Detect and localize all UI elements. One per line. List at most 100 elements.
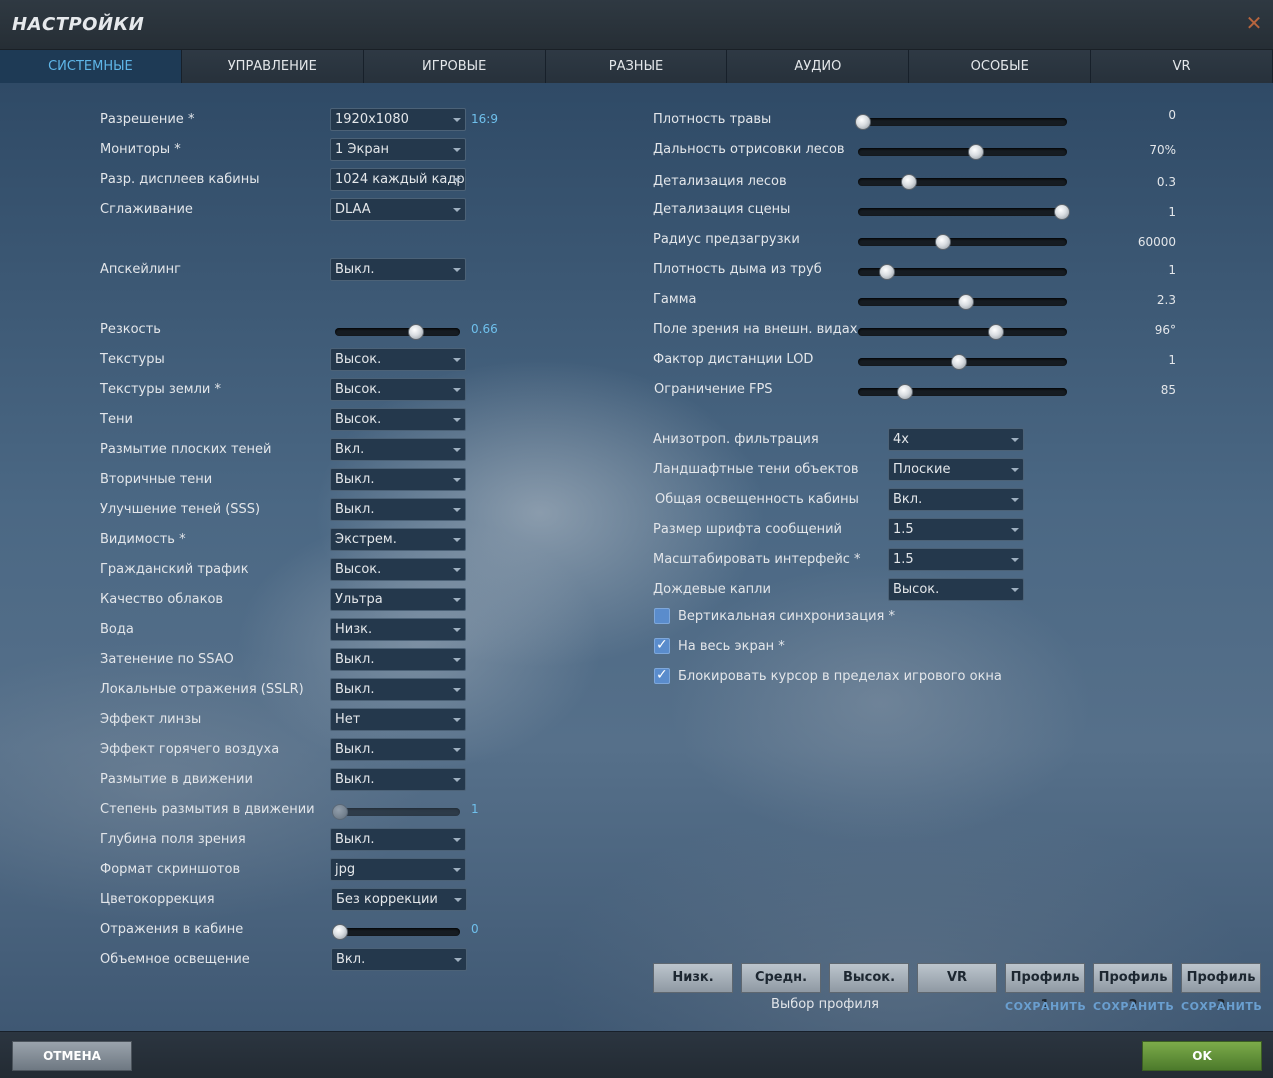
slider-thumb[interactable] [878, 264, 895, 280]
clouds-dropdown[interactable]: Ультра [330, 588, 466, 611]
scene-detail-slider[interactable] [858, 204, 1070, 220]
sss-label: Улучшение теней (SSS) [100, 502, 261, 517]
slider-thumb[interactable] [332, 924, 348, 940]
tab-misc[interactable]: РАЗНЫЕ [545, 50, 728, 83]
textures-dropdown[interactable]: Высок. [330, 348, 466, 371]
antialiasing-dropdown[interactable]: DLAA [330, 198, 466, 221]
textures-value: Высок. [335, 352, 382, 367]
chevron-down-icon [453, 418, 461, 422]
motion-blur-amount-slider[interactable] [332, 804, 460, 820]
vsync-label: Вертикальная синхронизация * [678, 609, 895, 624]
chimney-smoke-slider[interactable] [858, 264, 1067, 280]
slider-thumb[interactable] [934, 234, 951, 250]
profile-1-button[interactable]: Профиль 1 [1005, 963, 1085, 1013]
preset-high-button[interactable]: Высок. [829, 963, 909, 993]
shadows-dropdown[interactable]: Высок. [330, 408, 466, 431]
profile-2-button[interactable]: Профиль 2 [1093, 963, 1173, 1013]
profile-2-save-link[interactable]: СОХРАНИТЬ [1093, 1000, 1174, 1013]
slider-thumb[interactable] [950, 354, 967, 370]
cockpit-global-illum-dropdown[interactable]: Вкл. [888, 488, 1024, 511]
vsync-checkbox[interactable] [654, 608, 670, 624]
motion-blur-dropdown[interactable]: Выкл. [330, 768, 466, 791]
aniso-value: 4x [893, 432, 909, 447]
screenshot-format-dropdown[interactable]: jpg [330, 858, 466, 881]
gamma-value: 2.3 [1156, 293, 1176, 307]
preload-radius-slider[interactable] [858, 234, 1067, 250]
ok-button[interactable]: OK [1142, 1041, 1262, 1071]
sslr-label: Локальные отражения (SSLR) [100, 682, 304, 697]
tab-audio[interactable]: АУДИО [727, 50, 910, 83]
fov-slider[interactable] [858, 324, 1067, 340]
profile-3-button[interactable]: Профиль 3 [1181, 963, 1261, 1013]
color-grading-dropdown[interactable]: Без коррекции [331, 888, 467, 911]
profile-3-save-link[interactable]: СОХРАНИТЬ [1181, 1000, 1262, 1013]
ui-scale-dropdown[interactable]: 1.5 [888, 548, 1024, 571]
rain-drops-dropdown[interactable]: Высок. [888, 578, 1024, 601]
terrain-object-shadows-dropdown[interactable]: Плоские [888, 458, 1024, 481]
slider-thumb[interactable] [332, 804, 348, 820]
slider-thumb[interactable] [855, 114, 871, 130]
forest-distance-slider[interactable] [858, 144, 1067, 160]
grass-slider[interactable] [855, 114, 1067, 130]
sss-value: Выкл. [335, 502, 375, 517]
monitors-dropdown[interactable]: 1 Экран [330, 138, 466, 161]
tab-gameplay[interactable]: ИГРОВЫЕ [363, 50, 546, 83]
profile-1-save-link[interactable]: СОХРАНИТЬ [1005, 1000, 1086, 1013]
dof-dropdown[interactable]: Выкл. [330, 828, 466, 851]
cancel-button[interactable]: ОТМЕНА [12, 1041, 132, 1071]
tab-vr[interactable]: VR [1091, 50, 1273, 83]
chevron-down-icon [1011, 558, 1019, 562]
chevron-down-icon [453, 268, 461, 272]
secondary-shadows-dropdown[interactable]: Выкл. [330, 468, 466, 491]
sss-dropdown[interactable]: Выкл. [330, 498, 466, 521]
clouds-label: Качество облаков [100, 592, 224, 607]
slider-thumb[interactable] [896, 384, 913, 400]
flat-shadow-blur-dropdown[interactable]: Вкл. [330, 438, 466, 461]
civil-traffic-dropdown[interactable]: Высок. [330, 558, 466, 581]
sslr-dropdown[interactable]: Выкл. [330, 678, 466, 701]
terrain-textures-label: Текстуры земли * [100, 382, 221, 397]
forest-detail-slider[interactable] [858, 174, 1067, 190]
tab-controls[interactable]: УПРАВЛЕНИЕ [181, 50, 364, 83]
message-font-dropdown[interactable]: 1.5 [888, 518, 1024, 541]
motion-blur-amount-value: 1 [471, 802, 479, 816]
cockpit-displays-dropdown[interactable]: 1024 каждый кадр [330, 168, 466, 191]
cockpit-reflections-slider[interactable] [332, 924, 460, 940]
upscaling-dropdown[interactable]: Выкл. [330, 258, 466, 281]
terrain-textures-dropdown[interactable]: Высок. [330, 378, 466, 401]
fullscreen-checkbox[interactable]: ✓ [654, 637, 670, 654]
slider-thumb[interactable] [407, 324, 424, 340]
tab-system[interactable]: СИСТЕМНЫЕ [0, 50, 182, 83]
grass-label: Плотность травы [653, 112, 772, 127]
fov-value: 96° [1154, 323, 1176, 337]
visibility-dropdown[interactable]: Экстрем. [330, 528, 466, 551]
chevron-down-icon [453, 478, 461, 482]
cockpit-displays-label: Разр. дисплеев кабины [100, 172, 260, 187]
color-grading-value: Без коррекции [336, 892, 438, 907]
chevron-down-icon [453, 688, 461, 692]
aniso-dropdown[interactable]: 4x [888, 428, 1024, 451]
resolution-dropdown[interactable]: 1920x1080 [330, 108, 466, 131]
close-icon[interactable]: ✕ [1245, 13, 1263, 33]
lod-value: 1 [1168, 353, 1176, 367]
heat-blur-dropdown[interactable]: Выкл. [330, 738, 466, 761]
gamma-slider[interactable] [858, 294, 1067, 310]
preset-low-button[interactable]: Низк. [653, 963, 733, 993]
ssao-dropdown[interactable]: Выкл. [330, 648, 466, 671]
lens-effect-dropdown[interactable]: Нет [330, 708, 466, 731]
chevron-down-icon [1011, 468, 1019, 472]
sharpness-slider[interactable] [335, 324, 460, 340]
slider-thumb[interactable] [900, 174, 917, 190]
water-dropdown[interactable]: Низк. [330, 618, 466, 641]
fps-limit-slider[interactable] [858, 384, 1067, 400]
lod-slider[interactable] [858, 354, 1067, 370]
volumetric-lighting-dropdown[interactable]: Вкл. [331, 948, 467, 971]
tab-special[interactable]: ОСОБЫЕ [909, 50, 1092, 83]
slider-thumb[interactable] [1054, 204, 1070, 220]
forest-detail-label: Детализация лесов [653, 174, 787, 189]
screenshot-format-value: jpg [335, 862, 356, 877]
lock-cursor-checkbox[interactable]: ✓ [654, 667, 670, 684]
preset-medium-button[interactable]: Средн. [741, 963, 821, 993]
water-value: Низк. [335, 622, 373, 637]
preset-vr-button[interactable]: VR [917, 963, 997, 993]
